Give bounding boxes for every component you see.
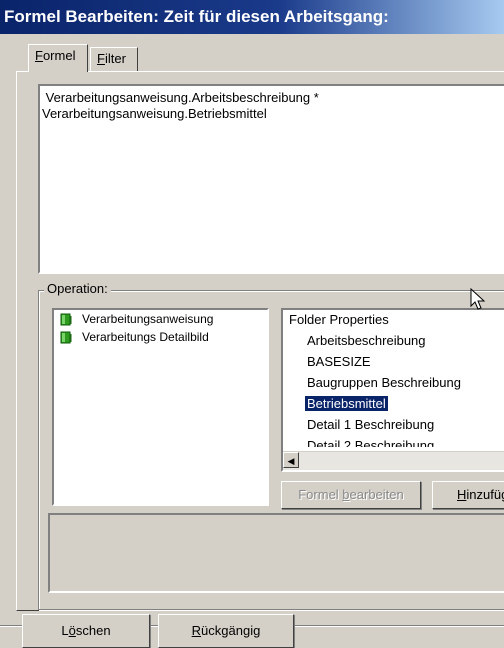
delete-label-pre: L (61, 623, 69, 638)
undo-accel: R (191, 623, 202, 638)
property-item-selected[interactable]: Betriebsmittel (283, 393, 504, 414)
green-folder-icon (60, 331, 72, 344)
edit-formula-accel: b (342, 487, 350, 502)
property-item[interactable]: Baugruppen Beschreibung (283, 372, 504, 393)
tab-formel[interactable]: Formel (28, 44, 88, 72)
tree-item-label: Verarbeitungsanweisung (82, 312, 214, 326)
tree-item[interactable]: Verarbeitungsanweisung (54, 310, 267, 328)
tab-filter[interactable]: Filter (90, 47, 138, 71)
property-item[interactable]: BASESIZE (283, 351, 504, 372)
tree-item[interactable]: Verarbeitungs Detailbild (54, 328, 267, 346)
edit-formula-label-pre: Formel (298, 487, 343, 502)
property-item-label: Detail 2 Beschreibung (307, 438, 435, 447)
mouse-pointer-icon (470, 288, 486, 310)
property-item-label: Baugruppen Beschreibung (307, 375, 461, 390)
folder-properties-list[interactable]: Folder Properties Arbeitsbeschreibung BA… (281, 308, 504, 472)
property-item-label: Detail 1 Beschreibung (307, 417, 435, 432)
add-accel: H (457, 487, 467, 502)
delete-label-post: schen (75, 623, 111, 638)
undo-button[interactable]: Rückgängig (158, 614, 294, 648)
tree-item-label: Verarbeitungs Detailbild (82, 330, 209, 344)
operation-tree[interactable]: Verarbeitungsanweisung Verarbeitungs Det… (52, 308, 269, 506)
window-title: Formel Bearbeiten: Zeit für diesen Arbei… (0, 0, 504, 34)
property-item-label: Arbeitsbeschreibung (307, 333, 426, 348)
property-item[interactable]: Detail 1 Beschreibung (283, 414, 504, 435)
formula-editor[interactable]: Verarbeitungsanweisung.Arbeitsbeschreibu… (38, 84, 504, 274)
tab-filter-accel: F (97, 51, 105, 66)
property-item[interactable]: Arbeitsbeschreibung (283, 330, 504, 351)
scroll-left-arrow-icon[interactable]: ◀ (283, 452, 299, 468)
edit-formula-button[interactable]: Formel bearbeiten (281, 481, 421, 509)
tab-formel-accel: F (35, 48, 43, 63)
undo-label-post: ückgängig (201, 623, 261, 638)
delete-accel: ö (68, 623, 76, 638)
delete-button[interactable]: Löschen (22, 614, 150, 648)
add-label-post: inzufügen (466, 487, 504, 502)
property-item-label: BASESIZE (307, 354, 371, 369)
folder-properties-header: Folder Properties (289, 312, 389, 327)
edit-formula-label-post: earbeiten (349, 487, 404, 502)
description-panel (48, 513, 504, 593)
green-folder-icon (60, 313, 72, 326)
add-button[interactable]: Hinzufügen (432, 481, 504, 509)
tab-filter-label: ilter (104, 51, 126, 66)
property-item[interactable]: Detail 2 Beschreibung (283, 435, 504, 447)
operation-label: Operation: (44, 281, 111, 296)
tab-formel-label: ormel (42, 48, 76, 63)
horizontal-scrollbar[interactable]: ◀ (283, 451, 504, 470)
property-item-label: Betriebsmittel (305, 396, 388, 411)
